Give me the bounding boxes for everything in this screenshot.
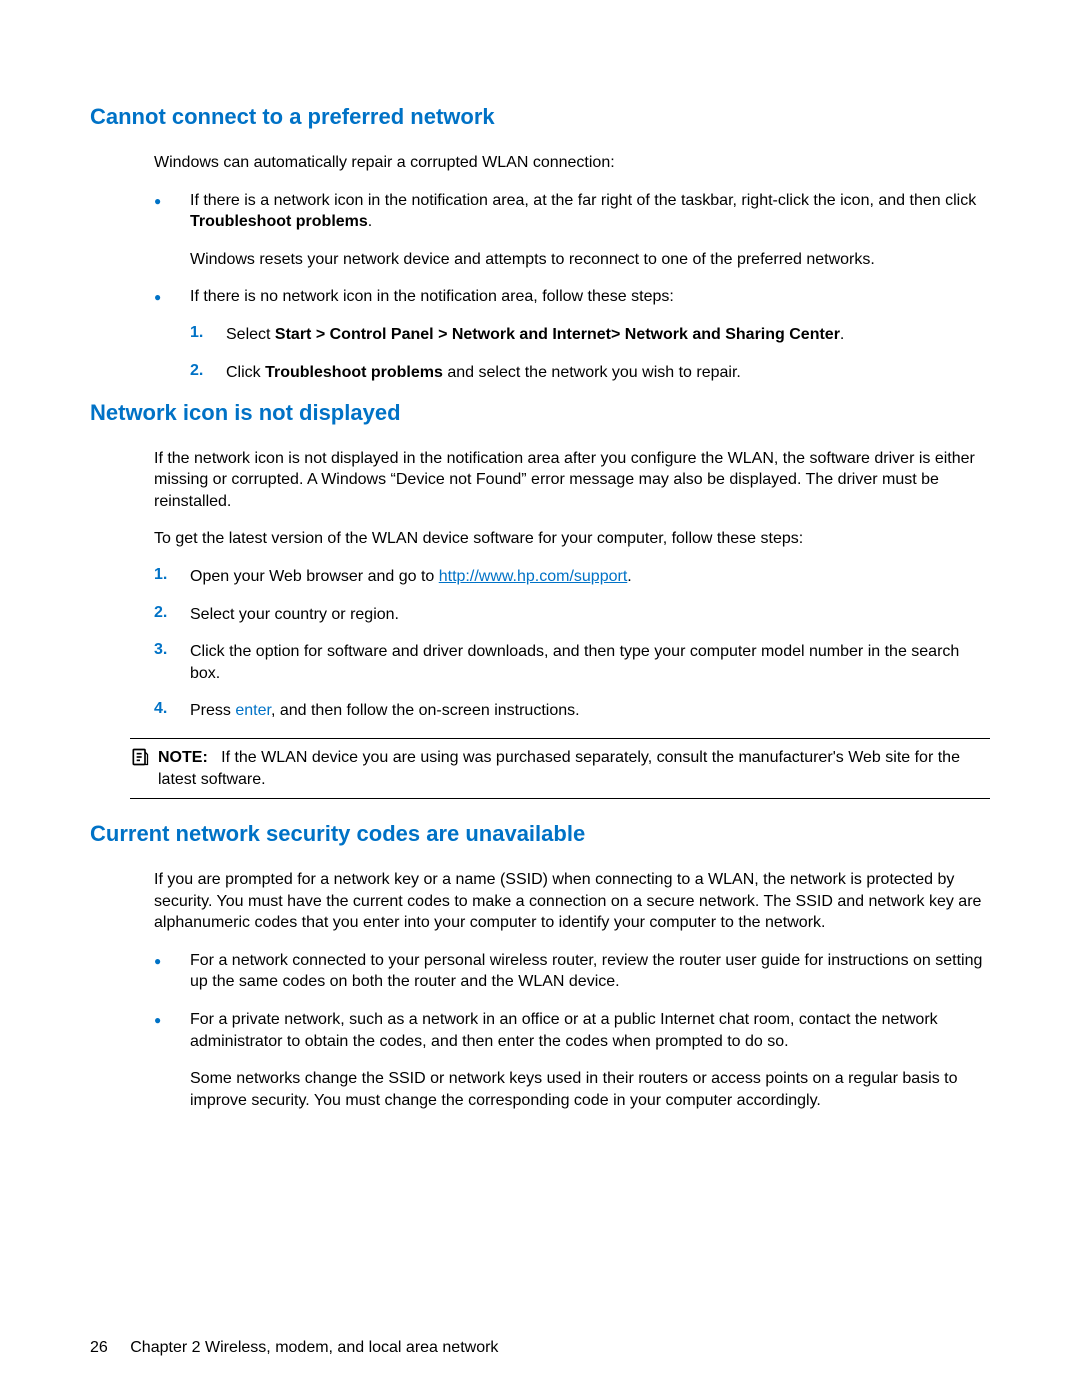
paragraph: Windows can automatically repair a corru… [154,152,990,174]
list-item: ● For a network connected to your person… [154,950,990,993]
list-number: 3. [154,641,190,659]
text: Click [226,364,265,381]
ordered-list-item: 2. Click Troubleshoot problems and selec… [190,362,990,384]
list-item-content: Select Start > Control Panel > Network a… [226,324,990,346]
ordered-list-item: 2. Select your country or region. [154,604,990,626]
text: . [368,213,372,230]
text: and select the network you wish to repai… [443,364,741,381]
text: Select [226,326,275,343]
list-item-content: Open your Web browser and go to http://w… [190,566,990,588]
list-item-content: If there is a network icon in the notifi… [190,190,990,233]
bullet-icon: ● [154,286,190,308]
list-number: 2. [154,604,190,622]
paragraph: To get the latest version of the WLAN de… [154,528,990,550]
paragraph: If you are prompted for a network key or… [154,869,990,934]
text: Press [190,702,235,719]
paragraph: Windows resets your network device and a… [190,249,990,271]
ordered-list-item: 4. Press enter, and then follow the on-s… [154,700,990,722]
page-footer: 26 Chapter 2 Wireless, modem, and local … [90,1339,498,1357]
chapter-title: Chapter 2 Wireless, modem, and local are… [130,1339,498,1356]
key-name: enter [235,702,271,719]
bullet-icon: ● [154,190,190,212]
ordered-list-item: 3. Click the option for software and dri… [154,641,990,684]
list-number: 4. [154,700,190,718]
heading-security-codes: Current network security codes are unava… [90,821,990,847]
note-icon [130,747,158,772]
list-item: ● For a private network, such as a netwo… [154,1009,990,1052]
bullet-icon: ● [154,1009,190,1031]
note-text: If the WLAN device you are using was pur… [158,749,960,788]
text: . [627,568,631,585]
list-item-content: Click Troubleshoot problems and select t… [226,362,990,384]
support-link[interactable]: http://www.hp.com/support [439,568,628,585]
list-item: ● If there is no network icon in the not… [154,286,990,308]
bold-text: Troubleshoot problems [190,213,368,230]
list-number: 2. [190,362,226,380]
note-content: NOTE: If the WLAN device you are using w… [158,747,990,790]
list-number: 1. [190,324,226,342]
list-number: 1. [154,566,190,584]
text: , and then follow the on-screen instruct… [271,702,580,719]
document-page: Cannot connect to a preferred network Wi… [0,0,1080,1397]
page-number: 26 [90,1339,108,1356]
list-item-content: Select your country or region. [190,604,990,626]
bullet-icon: ● [154,950,190,972]
text: If there is a network icon in the notifi… [190,192,976,209]
note-callout: NOTE: If the WLAN device you are using w… [130,738,990,799]
heading-network-icon: Network icon is not displayed [90,400,990,426]
list-item: ● If there is a network icon in the noti… [154,190,990,233]
text: Open your Web browser and go to [190,568,439,585]
text: . [840,326,844,343]
ordered-list-item: 1. Open your Web browser and go to http:… [154,566,990,588]
heading-cannot-connect: Cannot connect to a preferred network [90,104,990,130]
ordered-list-item: 1. Select Start > Control Panel > Networ… [190,324,990,346]
note-label: NOTE: [158,749,208,766]
list-item-content: For a network connected to your personal… [190,950,990,993]
list-item-content: If there is no network icon in the notif… [190,286,990,308]
list-item-content: Press enter, and then follow the on-scre… [190,700,990,722]
list-item-content: For a private network, such as a network… [190,1009,990,1052]
paragraph: If the network icon is not displayed in … [154,448,990,513]
bold-text: Start > Control Panel > Network and Inte… [275,326,840,343]
list-item-content: Click the option for software and driver… [190,641,990,684]
paragraph: Some networks change the SSID or network… [190,1068,990,1111]
bold-text: Troubleshoot problems [265,364,443,381]
